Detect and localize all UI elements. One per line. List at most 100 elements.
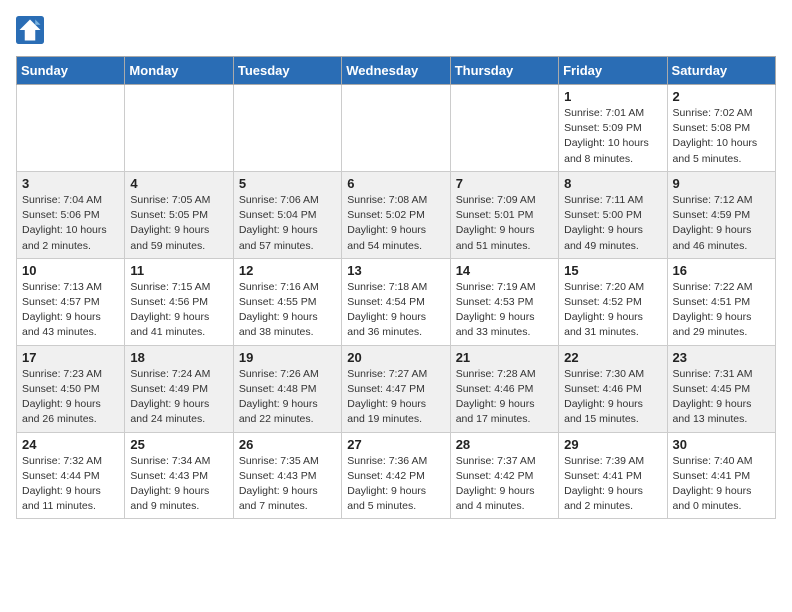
day-number: 28 [456,437,553,452]
day-cell [125,85,233,172]
day-info: Sunrise: 7:27 AM Sunset: 4:47 PM Dayligh… [347,367,444,428]
day-cell: 29 Sunrise: 7:39 AM Sunset: 4:41 PM Dayli… [559,432,667,519]
day-cell: 4Sunrise: 7:05 AM Sunset: 5:05 PM Daylig… [125,171,233,258]
day-number: 23 [673,350,770,365]
day-info: Sunrise: 7:34 AM Sunset: 4:43 PM Dayligh… [130,454,227,515]
day-cell [17,85,125,172]
column-header-wednesday: Wednesday [342,57,450,85]
day-info: Sunrise: 7:19 AM Sunset: 4:53 PM Dayligh… [456,280,553,341]
day-cell: 6 Sunrise: 7:08 AM Sunset: 5:02 PM Daylig… [342,171,450,258]
day-info: Sunrise: 7:26 AM Sunset: 4:48 PM Dayligh… [239,367,336,428]
day-cell: 19 Sunrise: 7:26 AM Sunset: 4:48 PM Dayli… [233,345,341,432]
day-number: 29 [564,437,661,452]
day-info: Sunrise: 7:30 AM Sunset: 4:46 PM Dayligh… [564,367,661,428]
day-cell: 22 Sunrise: 7:30 AM Sunset: 4:46 PM Dayli… [559,345,667,432]
day-info: Sunrise: 7:40 AM Sunset: 4:41 PM Dayligh… [673,454,770,515]
day-number: 8 [564,176,661,191]
day-number: 19 [239,350,336,365]
day-info: Sunrise: 7:18 AM Sunset: 4:54 PM Dayligh… [347,280,444,341]
day-cell: 5Sunrise: 7:06 AM Sunset: 5:04 PM Daylig… [233,171,341,258]
day-cell: 13 Sunrise: 7:18 AM Sunset: 4:54 PM Dayli… [342,258,450,345]
column-header-thursday: Thursday [450,57,558,85]
day-cell: 11Sunrise: 7:15 AM Sunset: 4:56 PM Dayli… [125,258,233,345]
day-info: Sunrise: 7:22 AM Sunset: 4:51 PM Dayligh… [673,280,770,341]
day-number: 20 [347,350,444,365]
column-header-saturday: Saturday [667,57,775,85]
day-cell: 25Sunrise: 7:34 AM Sunset: 4:43 PM Dayli… [125,432,233,519]
day-info: Sunrise: 7:24 AM Sunset: 4:49 PM Dayligh… [130,367,227,428]
day-cell: 3 Sunrise: 7:04 AM Sunset: 5:06 PM Daylig… [17,171,125,258]
day-info: Sunrise: 7:01 AM Sunset: 5:09 PM Dayligh… [564,106,661,167]
day-info: Sunrise: 7:36 AM Sunset: 4:42 PM Dayligh… [347,454,444,515]
day-cell: 30 Sunrise: 7:40 AM Sunset: 4:41 PM Dayli… [667,432,775,519]
day-cell: 16Sunrise: 7:22 AM Sunset: 4:51 PM Dayli… [667,258,775,345]
column-header-friday: Friday [559,57,667,85]
day-info: Sunrise: 7:04 AM Sunset: 5:06 PM Dayligh… [22,193,119,254]
day-number: 26 [239,437,336,452]
day-number: 2 [673,89,770,104]
day-cell: 28 Sunrise: 7:37 AM Sunset: 4:42 PM Dayli… [450,432,558,519]
day-info: Sunrise: 7:39 AM Sunset: 4:41 PM Dayligh… [564,454,661,515]
day-cell: 17 Sunrise: 7:23 AM Sunset: 4:50 PM Dayli… [17,345,125,432]
day-number: 3 [22,176,119,191]
day-cell: 1 Sunrise: 7:01 AM Sunset: 5:09 PM Daylig… [559,85,667,172]
day-info: Sunrise: 7:02 AM Sunset: 5:08 PM Dayligh… [673,106,770,167]
day-info: Sunrise: 7:23 AM Sunset: 4:50 PM Dayligh… [22,367,119,428]
day-info: Sunrise: 7:20 AM Sunset: 4:52 PM Dayligh… [564,280,661,341]
week-row-1: 1 Sunrise: 7:01 AM Sunset: 5:09 PM Daylig… [17,85,776,172]
day-number: 21 [456,350,553,365]
day-number: 24 [22,437,119,452]
day-cell: 20 Sunrise: 7:27 AM Sunset: 4:47 PM Dayli… [342,345,450,432]
day-number: 27 [347,437,444,452]
day-cell: 18 Sunrise: 7:24 AM Sunset: 4:49 PM Dayli… [125,345,233,432]
day-cell: 23 Sunrise: 7:31 AM Sunset: 4:45 PM Dayli… [667,345,775,432]
day-cell: 10Sunrise: 7:13 AM Sunset: 4:57 PM Dayli… [17,258,125,345]
day-number: 30 [673,437,770,452]
day-cell: 7 Sunrise: 7:09 AM Sunset: 5:01 PM Daylig… [450,171,558,258]
day-cell [450,85,558,172]
day-number: 17 [22,350,119,365]
day-cell: 14 Sunrise: 7:19 AM Sunset: 4:53 PM Dayli… [450,258,558,345]
day-info: Sunrise: 7:28 AM Sunset: 4:46 PM Dayligh… [456,367,553,428]
day-cell: 9 Sunrise: 7:12 AM Sunset: 4:59 PM Daylig… [667,171,775,258]
calendar-header-row: SundayMondayTuesdayWednesdayThursdayFrid… [17,57,776,85]
day-number: 22 [564,350,661,365]
day-info: Sunrise: 7:37 AM Sunset: 4:42 PM Dayligh… [456,454,553,515]
day-cell [342,85,450,172]
column-header-monday: Monday [125,57,233,85]
day-number: 15 [564,263,661,278]
day-cell: 8 Sunrise: 7:11 AM Sunset: 5:00 PM Daylig… [559,171,667,258]
day-cell: 15 Sunrise: 7:20 AM Sunset: 4:52 PM Dayli… [559,258,667,345]
day-number: 5 [239,176,336,191]
day-cell [233,85,341,172]
day-info: Sunrise: 7:12 AM Sunset: 4:59 PM Dayligh… [673,193,770,254]
day-number: 9 [673,176,770,191]
page-header [16,16,776,44]
day-number: 1 [564,89,661,104]
week-row-4: 17 Sunrise: 7:23 AM Sunset: 4:50 PM Dayli… [17,345,776,432]
day-info: Sunrise: 7:11 AM Sunset: 5:00 PM Dayligh… [564,193,661,254]
column-header-tuesday: Tuesday [233,57,341,85]
day-cell: 24Sunrise: 7:32 AM Sunset: 4:44 PM Dayli… [17,432,125,519]
calendar: SundayMondayTuesdayWednesdayThursdayFrid… [16,56,776,519]
day-number: 13 [347,263,444,278]
week-row-2: 3 Sunrise: 7:04 AM Sunset: 5:06 PM Daylig… [17,171,776,258]
day-cell: 2 Sunrise: 7:02 AM Sunset: 5:08 PM Daylig… [667,85,775,172]
day-info: Sunrise: 7:15 AM Sunset: 4:56 PM Dayligh… [130,280,227,341]
logo-icon [16,16,44,44]
day-info: Sunrise: 7:05 AM Sunset: 5:05 PM Dayligh… [130,193,227,254]
day-number: 7 [456,176,553,191]
day-number: 10 [22,263,119,278]
day-info: Sunrise: 7:08 AM Sunset: 5:02 PM Dayligh… [347,193,444,254]
day-number: 14 [456,263,553,278]
column-header-sunday: Sunday [17,57,125,85]
day-cell: 26 Sunrise: 7:35 AM Sunset: 4:43 PM Dayli… [233,432,341,519]
day-cell: 21 Sunrise: 7:28 AM Sunset: 4:46 PM Dayli… [450,345,558,432]
day-number: 6 [347,176,444,191]
week-row-5: 24Sunrise: 7:32 AM Sunset: 4:44 PM Dayli… [17,432,776,519]
logo [16,16,48,44]
day-info: Sunrise: 7:31 AM Sunset: 4:45 PM Dayligh… [673,367,770,428]
day-number: 18 [130,350,227,365]
day-info: Sunrise: 7:35 AM Sunset: 4:43 PM Dayligh… [239,454,336,515]
day-info: Sunrise: 7:09 AM Sunset: 5:01 PM Dayligh… [456,193,553,254]
